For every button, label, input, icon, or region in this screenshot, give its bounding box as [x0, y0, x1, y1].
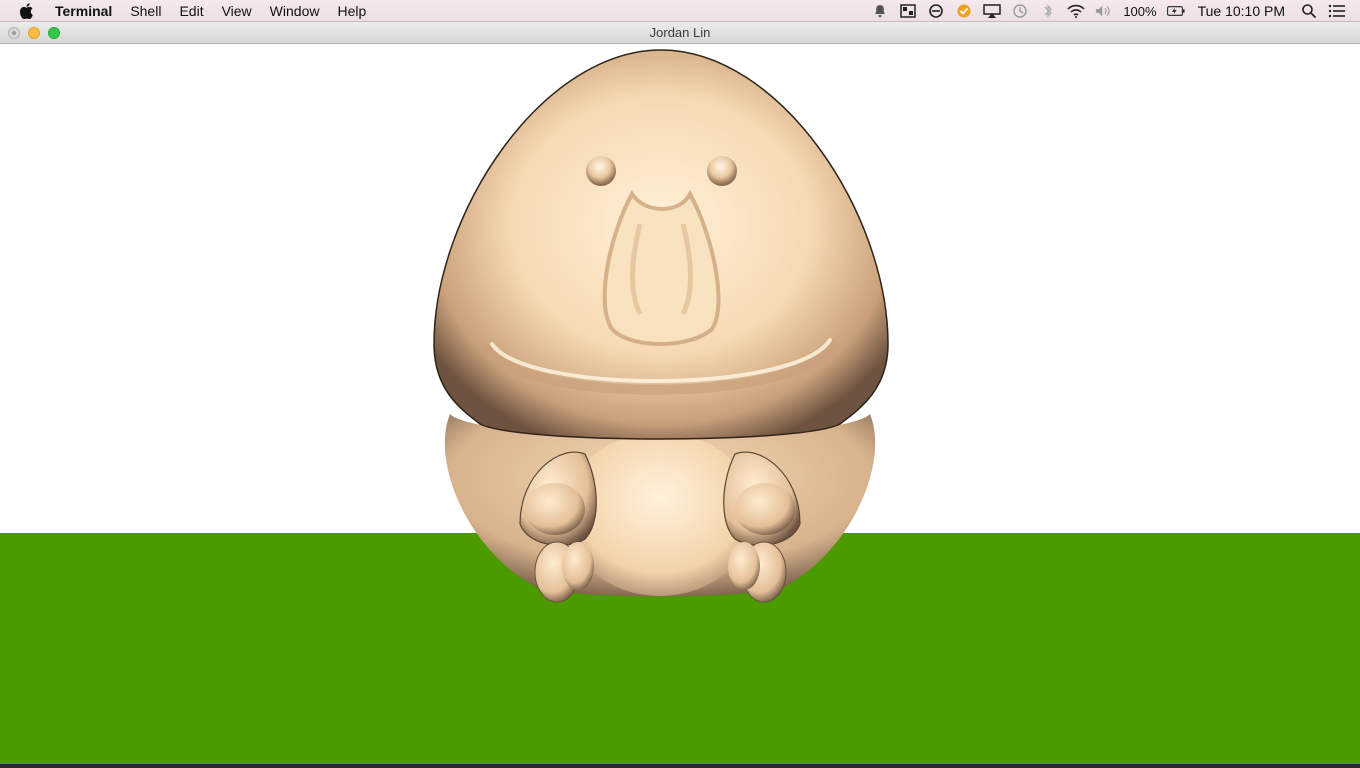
apple-icon[interactable] [18, 2, 36, 20]
menu-shell[interactable]: Shell [121, 0, 170, 22]
gl-viewport[interactable] [0, 44, 1360, 764]
spotlight-search-icon[interactable] [1300, 3, 1318, 19]
menu-app-terminal[interactable]: Terminal [46, 0, 121, 22]
menu-view[interactable]: View [213, 0, 261, 22]
menu-edit[interactable]: Edit [170, 0, 212, 22]
window-title-bar[interactable]: Jordan Lin [0, 22, 1360, 44]
menu-help[interactable]: Help [328, 0, 375, 22]
menu-window[interactable]: Window [261, 0, 329, 22]
notification-bell-icon[interactable] [871, 3, 889, 19]
bluetooth-icon[interactable] [1039, 3, 1057, 19]
desktop-background-strip [0, 764, 1360, 768]
time-machine-icon[interactable] [1011, 3, 1029, 19]
battery-charging-icon[interactable] [1166, 3, 1185, 19]
airplay-icon[interactable] [983, 3, 1002, 19]
sync-icon[interactable] [927, 3, 945, 19]
window-title: Jordan Lin [649, 25, 711, 40]
task-check-icon[interactable] [955, 3, 973, 19]
menu-bar: Terminal Shell Edit View Window Help 100… [0, 0, 1360, 22]
screen-share-icon[interactable] [899, 3, 917, 19]
notification-center-icon[interactable] [1328, 3, 1346, 19]
volume-icon[interactable] [1095, 3, 1113, 19]
wifi-icon[interactable] [1067, 3, 1085, 19]
3d-creature-model [433, 49, 889, 603]
menubar-clock[interactable]: Tue 10:10 PM [1198, 3, 1285, 19]
battery-percent: 100% [1123, 3, 1157, 19]
